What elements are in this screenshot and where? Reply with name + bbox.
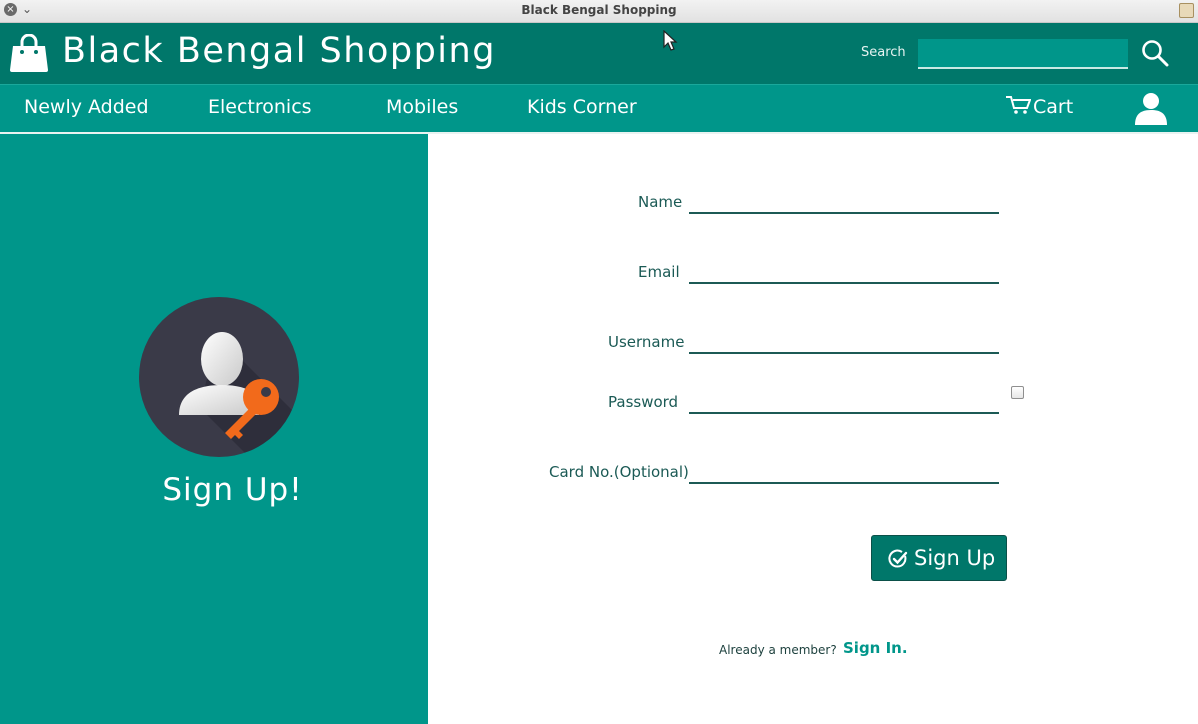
- email-field[interactable]: [689, 258, 999, 284]
- username-label: Username: [608, 333, 685, 351]
- signup-side-panel: Sign Up!: [0, 134, 428, 724]
- brand-title: Black Bengal Shopping: [62, 31, 496, 71]
- cart-icon: [1006, 96, 1032, 114]
- cart-label: Cart: [1033, 96, 1074, 118]
- mouse-cursor-icon: [663, 30, 678, 51]
- sign-up-button[interactable]: Sign Up: [871, 535, 1007, 581]
- search-input[interactable]: [918, 39, 1128, 69]
- card-field[interactable]: [689, 458, 999, 484]
- password-field[interactable]: [689, 388, 999, 414]
- password-label: Password: [608, 393, 679, 411]
- app-icon: [1179, 3, 1194, 18]
- user-key-icon: [139, 297, 299, 457]
- main-nav: Newly Added Electronics Mobiles Kids Cor…: [0, 84, 1198, 133]
- show-password-checkbox[interactable]: [1011, 386, 1024, 399]
- signup-heading: Sign Up!: [162, 472, 303, 508]
- check-circle-icon: [888, 549, 908, 568]
- search-icon[interactable]: [1141, 39, 1169, 67]
- card-label: Card No.(Optional): [549, 463, 689, 481]
- shopping-bag-icon: [10, 34, 48, 72]
- name-field[interactable]: [689, 188, 999, 214]
- nav-item-newly-added[interactable]: Newly Added: [24, 96, 149, 118]
- user-icon[interactable]: [1134, 92, 1168, 126]
- search-label: Search: [861, 45, 906, 60]
- name-label: Name: [638, 193, 683, 211]
- nav-item-mobiles[interactable]: Mobiles: [386, 96, 458, 118]
- nav-item-kids-corner[interactable]: Kids Corner: [527, 96, 637, 118]
- cart-button[interactable]: Cart: [1005, 95, 1073, 118]
- email-label: Email: [638, 263, 680, 281]
- app-header: Black Bengal Shopping Search: [0, 23, 1198, 84]
- sign-in-link[interactable]: Sign In.: [843, 639, 908, 657]
- username-field[interactable]: [689, 328, 999, 354]
- window-titlebar: × ⌄ Black Bengal Shopping: [0, 0, 1198, 23]
- nav-item-electronics[interactable]: Electronics: [208, 96, 312, 118]
- window-title: Black Bengal Shopping: [521, 3, 677, 17]
- sign-up-button-label: Sign Up: [914, 546, 996, 570]
- already-member-text: Already a member?: [719, 643, 837, 657]
